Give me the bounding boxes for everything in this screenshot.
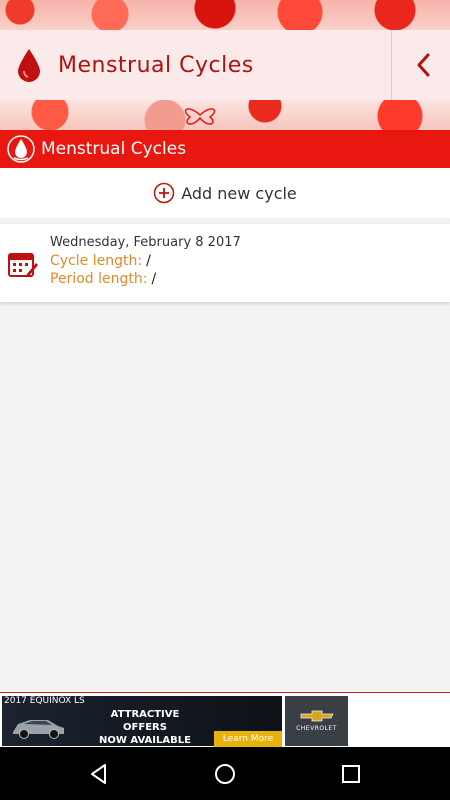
cycle-length-row: Cycle length: / (50, 252, 241, 270)
nav-home-icon[interactable] (213, 762, 237, 786)
ad-offer-text: ATTRACTIVE OFFERS NOW AVAILABLE (90, 708, 200, 747)
add-new-cycle-label: Add new cycle (181, 183, 297, 203)
floral-header-image (0, 0, 450, 30)
section-title-word2: Cycles (130, 139, 187, 159)
nav-recents-icon[interactable] (339, 762, 363, 786)
cycle-list-item[interactable]: Wednesday, February 8 2017 Cycle length:… (0, 224, 450, 302)
ad-brand-logo[interactable]: CHEVROLET (285, 696, 348, 746)
calendar-edit-icon[interactable] (8, 250, 38, 278)
ad-banner[interactable]: 2017 EQUINOX LS ATTRACTIVE OFFERS NOW AV… (0, 692, 450, 747)
ad-offer-line2: NOW AVAILABLE (99, 735, 191, 746)
cycle-length-value: / (146, 253, 151, 269)
section-header: Menstrual Cycles (0, 130, 450, 168)
add-new-cycle-button[interactable]: Add new cycle (0, 168, 450, 218)
butterfly-decoration (184, 108, 216, 125)
system-nav-bar (0, 747, 450, 800)
blood-drop-icon (18, 49, 40, 82)
cycle-date: Wednesday, February 8 2017 (50, 235, 241, 250)
cycle-info: Wednesday, February 8 2017 Cycle length:… (50, 234, 241, 288)
ad-learn-more-button[interactable]: Learn More (214, 731, 282, 747)
ad-brand-name: CHEVROLET (296, 725, 337, 732)
blood-drop-white-icon (7, 135, 35, 163)
app-title-word1: Menstrual (58, 52, 172, 78)
app-title-word2: Cycles (179, 52, 254, 78)
back-chevron-icon[interactable] (414, 52, 432, 78)
ad-creative[interactable]: 2017 EQUINOX LS ATTRACTIVE OFFERS NOW AV… (2, 696, 282, 747)
period-length-row: Period length: / (50, 270, 241, 288)
period-length-label: Period length: (50, 271, 148, 287)
section-title-word1: Menstrual (41, 139, 126, 159)
divider (391, 30, 392, 100)
app-bar: Menstrual Cycles (0, 30, 450, 100)
plus-circle-icon (153, 182, 175, 204)
period-length-value: / (151, 271, 157, 287)
app-title: Menstrual Cycles (58, 53, 254, 78)
section-title: Menstrual Cycles (41, 139, 186, 159)
cycle-length-label: Cycle length: (50, 253, 143, 269)
chevrolet-bowtie-icon (300, 710, 334, 722)
ad-model-text: 2017 EQUINOX LS (4, 696, 85, 706)
floral-banner-image (0, 100, 450, 130)
nav-back-icon[interactable] (87, 762, 111, 786)
car-image (13, 720, 64, 739)
ad-offer-line1: ATTRACTIVE OFFERS (110, 709, 180, 733)
screen: Menstrual Cycles Menstrual Cycles Add ne… (0, 0, 450, 800)
